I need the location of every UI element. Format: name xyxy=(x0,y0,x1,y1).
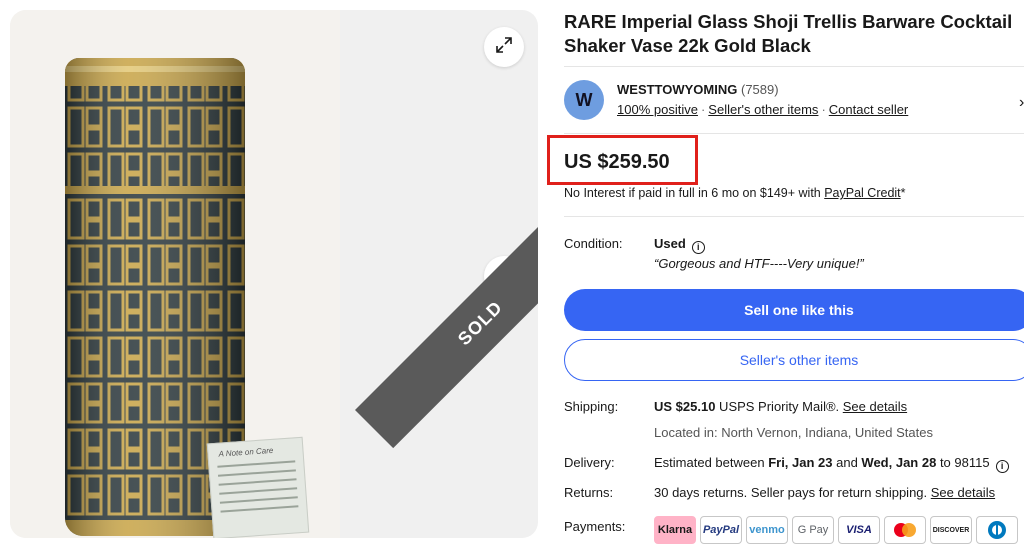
visa-icon: VISA xyxy=(838,516,880,544)
delivery-value: Estimated between Fri, Jan 23 and Wed, J… xyxy=(654,455,1009,473)
payment-methods: Klarna PayPal venmo G Pay VISA DISCOVER xyxy=(654,516,1018,544)
paypal-credit-note: No Interest if paid in full in 6 mo on $… xyxy=(564,186,906,200)
returns-details-link[interactable]: See details xyxy=(931,485,995,500)
expand-image-button[interactable] xyxy=(484,27,524,67)
listing-title: RARE Imperial Glass Shoji Trellis Barwar… xyxy=(564,11,1013,56)
divider xyxy=(564,66,1024,67)
delivery-date-end: Wed, Jan 28 xyxy=(861,455,937,470)
delivery-and: and xyxy=(832,455,862,470)
delivery-date-start: Fri, Jan 23 xyxy=(768,455,833,470)
returns-label: Returns: xyxy=(564,485,614,500)
condition-note: “Gorgeous and HTF----Very unique!” xyxy=(654,256,864,271)
item-location: Located in: North Vernon, Indiana, Unite… xyxy=(654,425,933,440)
seller-links: 100% positive · Seller's other items · Conta… xyxy=(617,102,909,117)
credit-suffix: * xyxy=(900,186,906,200)
discover-icon: DISCOVER xyxy=(930,516,972,544)
mastercard-icon xyxy=(884,516,926,544)
contact-seller-link[interactable]: Contact seller xyxy=(829,102,908,117)
divider xyxy=(564,216,1024,217)
shipping-label: Shipping: xyxy=(564,399,619,414)
item-price: US $259.50 xyxy=(564,151,670,173)
listing-image-panel[interactable]: A Note on Care SOLD xyxy=(10,10,538,538)
delivery-zip: to 98115 xyxy=(936,455,990,470)
care-card: A Note on Care xyxy=(206,436,310,538)
info-icon[interactable]: i xyxy=(691,241,705,254)
condition-value-row: Used i xyxy=(654,236,705,254)
delivery-label: Delivery: xyxy=(564,455,615,470)
klarna-icon: Klarna xyxy=(654,516,696,544)
seller-positive-link[interactable]: 100% positive xyxy=(617,102,698,117)
seller-other-items-link[interactable]: Seller's other items xyxy=(708,102,818,117)
sellers-other-items-button[interactable]: Seller's other items xyxy=(564,339,1024,381)
seller-name-row: WESTTOWYOMING (7589) xyxy=(617,82,779,97)
expand-icon xyxy=(495,36,513,59)
listing-details: RARE Imperial Glass Shoji Trellis Barwar… xyxy=(547,10,1024,534)
chevron-right-icon[interactable]: › xyxy=(1019,94,1024,112)
credit-text: No Interest if paid in full in 6 mo on $… xyxy=(564,186,825,200)
divider xyxy=(564,133,1024,134)
sell-one-like-this-button[interactable]: Sell one like this xyxy=(564,289,1024,331)
shipping-cost: US $25.10 xyxy=(654,399,716,414)
shipping-details-link[interactable]: See details xyxy=(843,399,907,414)
seller-info: W WESTTOWYOMING (7589) 100% positive · Sel… xyxy=(564,80,1024,130)
payments-label: Payments: xyxy=(564,519,626,534)
delivery-prefix: Estimated between xyxy=(654,455,769,470)
venmo-icon: venmo xyxy=(746,516,788,544)
condition-label: Condition: xyxy=(564,236,623,251)
seller-avatar[interactable]: W xyxy=(564,80,604,120)
info-icon[interactable]: i xyxy=(995,460,1009,473)
shipping-value: US $25.10 USPS Priority Mail®. See detai… xyxy=(654,399,907,414)
paypal-icon: PayPal xyxy=(700,516,742,544)
sold-ribbon: SOLD xyxy=(355,197,538,449)
seller-feedback-count: (7589) xyxy=(741,82,779,97)
item-photo: A Note on Care xyxy=(10,10,340,538)
returns-text: 30 days returns. Seller pays for return … xyxy=(654,485,931,500)
condition-value: Used xyxy=(654,236,686,251)
google-pay-icon: G Pay xyxy=(792,516,834,544)
returns-value: 30 days returns. Seller pays for return … xyxy=(654,485,995,500)
diners-club-icon xyxy=(976,516,1018,544)
paypal-credit-link[interactable]: PayPal Credit xyxy=(824,186,900,200)
shipping-service: USPS Priority Mail®. xyxy=(715,399,843,414)
seller-name[interactable]: WESTTOWYOMING xyxy=(617,82,737,97)
